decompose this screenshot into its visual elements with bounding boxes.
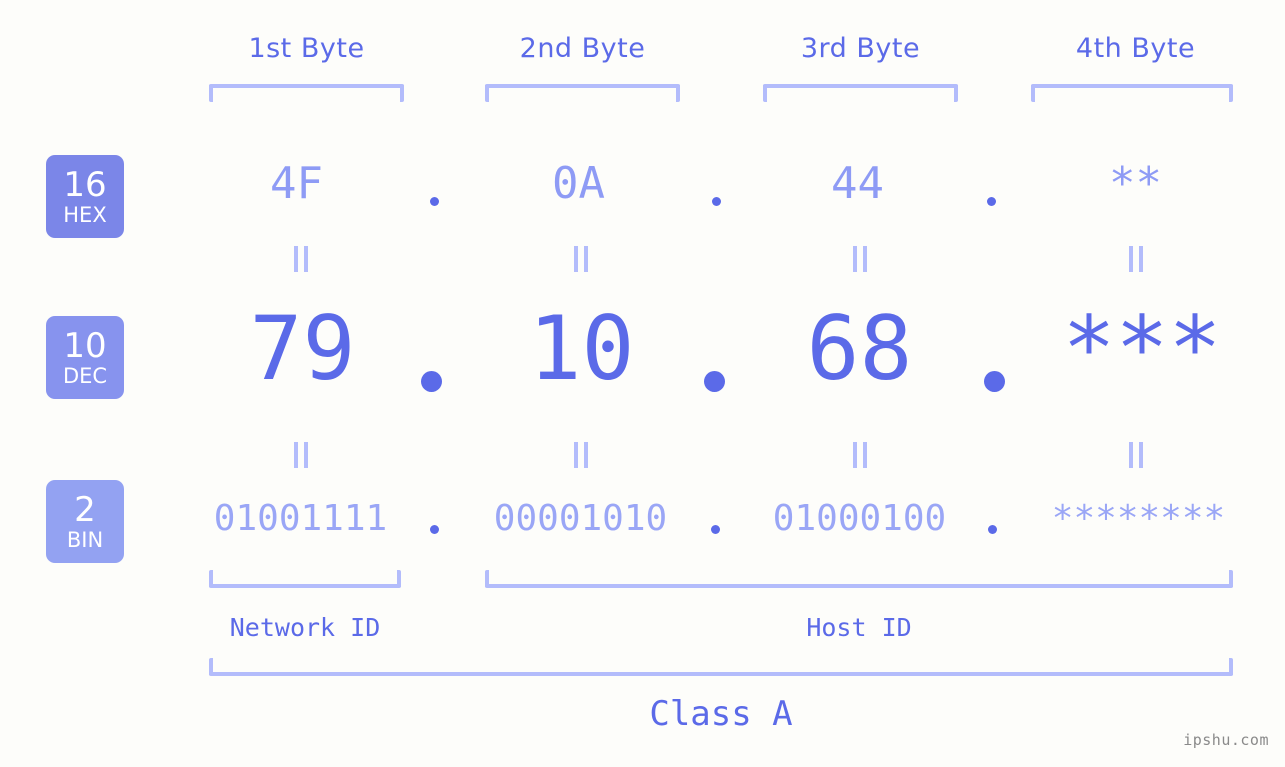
decimal-byte-1: 79 bbox=[249, 297, 356, 400]
network-id-bracket bbox=[209, 570, 401, 588]
byte-header-3: 3rd Byte bbox=[800, 33, 921, 64]
binary-separator-2 bbox=[711, 525, 720, 534]
radix-badge-bin-number: 2 bbox=[74, 489, 96, 530]
equality-marker-hex-dec-2 bbox=[570, 246, 592, 272]
byte-bracket-2 bbox=[485, 84, 680, 102]
binary-byte-4: ******** bbox=[1051, 498, 1226, 539]
byte-bracket-3 bbox=[763, 84, 958, 102]
binary-separator-3 bbox=[988, 525, 997, 534]
equality-marker-dec-bin-1 bbox=[290, 442, 312, 468]
radix-badge-bin-label: BIN bbox=[66, 527, 104, 552]
binary-byte-2: 00001010 bbox=[493, 498, 668, 539]
network-id-label: Network ID bbox=[229, 613, 381, 642]
equality-marker-dec-bin-3 bbox=[849, 442, 871, 468]
byte-header-2: 2nd Byte bbox=[519, 33, 646, 64]
class-label: Class A bbox=[649, 694, 793, 734]
decimal-separator-1 bbox=[421, 371, 442, 392]
byte-bracket-1 bbox=[209, 84, 404, 102]
radix-badge-hex: 16 HEX bbox=[46, 155, 124, 238]
equality-marker-hex-dec-4 bbox=[1125, 246, 1147, 272]
binary-byte-1: 01001111 bbox=[213, 498, 388, 539]
radix-badge-dec-label: DEC bbox=[62, 363, 108, 388]
decimal-separator-3 bbox=[984, 371, 1005, 392]
radix-badge-hex-label: HEX bbox=[63, 202, 107, 227]
host-id-label: Host ID bbox=[806, 613, 912, 642]
hex-byte-3: 44 bbox=[831, 158, 884, 209]
ip-address-breakdown-diagram: 1st Byte 2nd Byte 3rd Byte 4th Byte 16 H… bbox=[0, 0, 1285, 767]
equality-marker-hex-dec-3 bbox=[849, 246, 871, 272]
byte-bracket-4 bbox=[1031, 84, 1233, 102]
decimal-separator-2 bbox=[704, 371, 725, 392]
hex-byte-2: 0A bbox=[552, 158, 605, 209]
equality-marker-hex-dec-1 bbox=[290, 246, 312, 272]
decimal-byte-2: 10 bbox=[528, 297, 635, 400]
class-bracket bbox=[209, 658, 1233, 676]
radix-badge-dec: 10 DEC bbox=[46, 316, 124, 399]
host-id-bracket bbox=[485, 570, 1233, 588]
radix-badge-bin: 2 BIN bbox=[46, 480, 124, 563]
decimal-byte-3: 68 bbox=[806, 297, 913, 400]
byte-header-1: 1st Byte bbox=[248, 33, 365, 64]
equality-marker-dec-bin-2 bbox=[570, 442, 592, 468]
radix-badge-hex-number: 16 bbox=[63, 164, 107, 205]
hex-separator-2 bbox=[712, 197, 721, 206]
hex-byte-4: ** bbox=[1109, 158, 1162, 209]
binary-separator-1 bbox=[430, 525, 439, 534]
site-watermark: ipshu.com bbox=[1183, 731, 1269, 749]
hex-separator-3 bbox=[987, 197, 996, 206]
hex-separator-1 bbox=[430, 197, 439, 206]
binary-byte-3: 01000100 bbox=[772, 498, 947, 539]
equality-marker-dec-bin-4 bbox=[1125, 442, 1147, 468]
hex-byte-1: 4F bbox=[270, 158, 323, 209]
radix-badge-dec-number: 10 bbox=[63, 325, 107, 366]
byte-header-4: 4th Byte bbox=[1075, 33, 1196, 64]
decimal-byte-4: *** bbox=[1062, 297, 1222, 400]
